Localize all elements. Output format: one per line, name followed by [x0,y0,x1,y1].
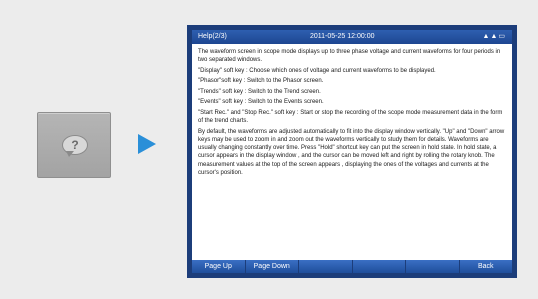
help-paragraph: "Start Rec." and "Stop Rec." soft key : … [198,109,503,125]
help-key-icon[interactable]: ? [37,112,111,178]
title-bar: Help(2/3) 2011-05-25 12:00:00 ▲▲▭ [192,30,512,44]
page-up-button[interactable]: Page Up [192,260,245,273]
help-paragraph: "Phasor"soft key : Switch to the Phasor … [198,78,324,85]
page-down-button[interactable]: Page Down [245,260,298,273]
screen-title: Help(2/3) [198,33,227,40]
softkey-4[interactable] [352,260,405,273]
softkey-bar: Page Up Page Down Back [192,260,512,273]
help-text: The waveform screen in scope mode displa… [198,48,508,179]
back-button[interactable]: Back [459,260,512,273]
softkey-5[interactable] [406,260,459,273]
softkey-3[interactable] [299,260,352,273]
device-screen: Help(2/3) 2011-05-25 12:00:00 ▲▲▭ The wa… [187,25,517,278]
help-paragraph: "Events" soft key : Switch to the Events… [198,99,324,106]
help-paragraph: "Display" soft key : Choose which ones o… [198,67,436,74]
help-paragraph: By default, the waveforms are adjusted a… [198,128,505,176]
arrow-right-icon [138,134,156,154]
status-icons: ▲▲▭ [482,33,506,40]
bubble-tail [66,151,74,157]
help-paragraph: The waveform screen in scope mode displa… [198,49,501,64]
help-paragraph: "Trends" soft key : Switch to the Trend … [198,88,321,95]
date-time: 2011-05-25 12:00:00 [310,33,375,40]
